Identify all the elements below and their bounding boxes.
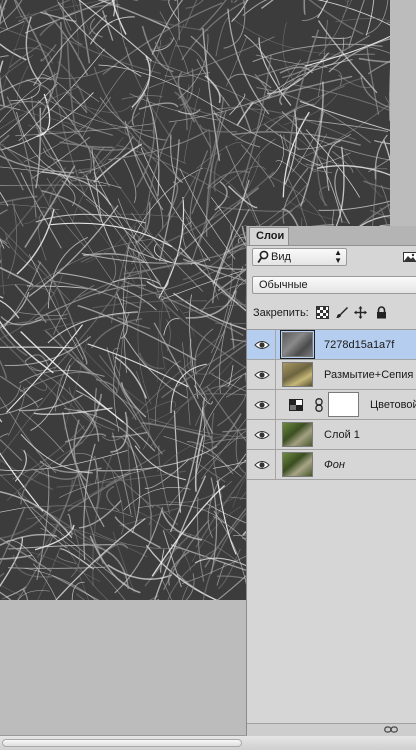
lock-row: Закрепить:	[253, 306, 413, 320]
layers-list: 7278d15a1a7f Размытие+Сепия Цветовой Сло…	[247, 329, 416, 500]
layer-row[interactable]: Фон	[247, 450, 416, 480]
layer-name[interactable]: Цветовой	[370, 399, 416, 411]
layer-thumbnail[interactable]	[282, 422, 313, 447]
layer-name[interactable]: Размытие+Сепия	[324, 369, 413, 381]
lock-transparent-pixels-icon[interactable]	[316, 306, 329, 319]
divider	[275, 420, 276, 449]
panel-tab-bar: Слои	[247, 226, 416, 246]
blend-mode-select[interactable]: Обычные	[252, 276, 416, 294]
layer-row[interactable]: Размытие+Сепия	[247, 360, 416, 390]
adjustment-layer-icon[interactable]	[289, 399, 303, 411]
select-arrows-icon: ▲ ▼	[334, 248, 342, 265]
divider	[275, 360, 276, 389]
link-layers-icon[interactable]	[384, 725, 398, 734]
layer-mask-thumbnail[interactable]	[328, 392, 359, 417]
visibility-eye-icon[interactable]	[254, 429, 270, 441]
search-icon	[257, 250, 269, 264]
layer-row[interactable]: Слой 1	[247, 420, 416, 450]
chain-link-icon[interactable]	[315, 398, 323, 412]
visibility-eye-icon[interactable]	[254, 459, 270, 471]
layer-row[interactable]: 7278d15a1a7f	[247, 330, 416, 360]
lock-image-pixels-icon[interactable]	[335, 306, 348, 319]
layer-name[interactable]: Фон	[324, 459, 345, 471]
lock-label: Закрепить:	[253, 307, 309, 319]
lock-all-icon[interactable]	[375, 306, 388, 319]
panel-footer	[247, 723, 416, 736]
tab-layers[interactable]: Слои	[249, 227, 289, 245]
image-filter-icon[interactable]	[403, 252, 416, 262]
layer-thumbnail[interactable]	[282, 362, 313, 387]
visibility-eye-icon[interactable]	[254, 399, 270, 411]
blend-mode-label: Обычные	[259, 279, 308, 291]
layer-row[interactable]: Цветовой	[247, 390, 416, 420]
layer-name[interactable]: Слой 1	[324, 429, 360, 441]
divider	[275, 330, 276, 359]
visibility-eye-icon[interactable]	[254, 339, 270, 351]
divider	[275, 450, 276, 479]
layer-filter-label: Вид	[271, 251, 291, 263]
divider	[275, 390, 276, 419]
visibility-eye-icon[interactable]	[254, 369, 270, 381]
layer-thumbnail[interactable]	[280, 330, 315, 359]
layers-panel: Слои Вид ▲ ▼ Обычные Закрепить: 7278d15a…	[246, 226, 416, 736]
layer-thumbnail[interactable]	[282, 452, 313, 477]
scrollbar-thumb[interactable]	[2, 739, 242, 747]
layer-name[interactable]: 7278d15a1a7f	[324, 339, 394, 351]
lock-position-icon[interactable]	[354, 306, 367, 319]
layer-filter-select[interactable]: Вид ▲ ▼	[252, 248, 347, 266]
horizontal-scrollbar[interactable]	[0, 735, 416, 750]
